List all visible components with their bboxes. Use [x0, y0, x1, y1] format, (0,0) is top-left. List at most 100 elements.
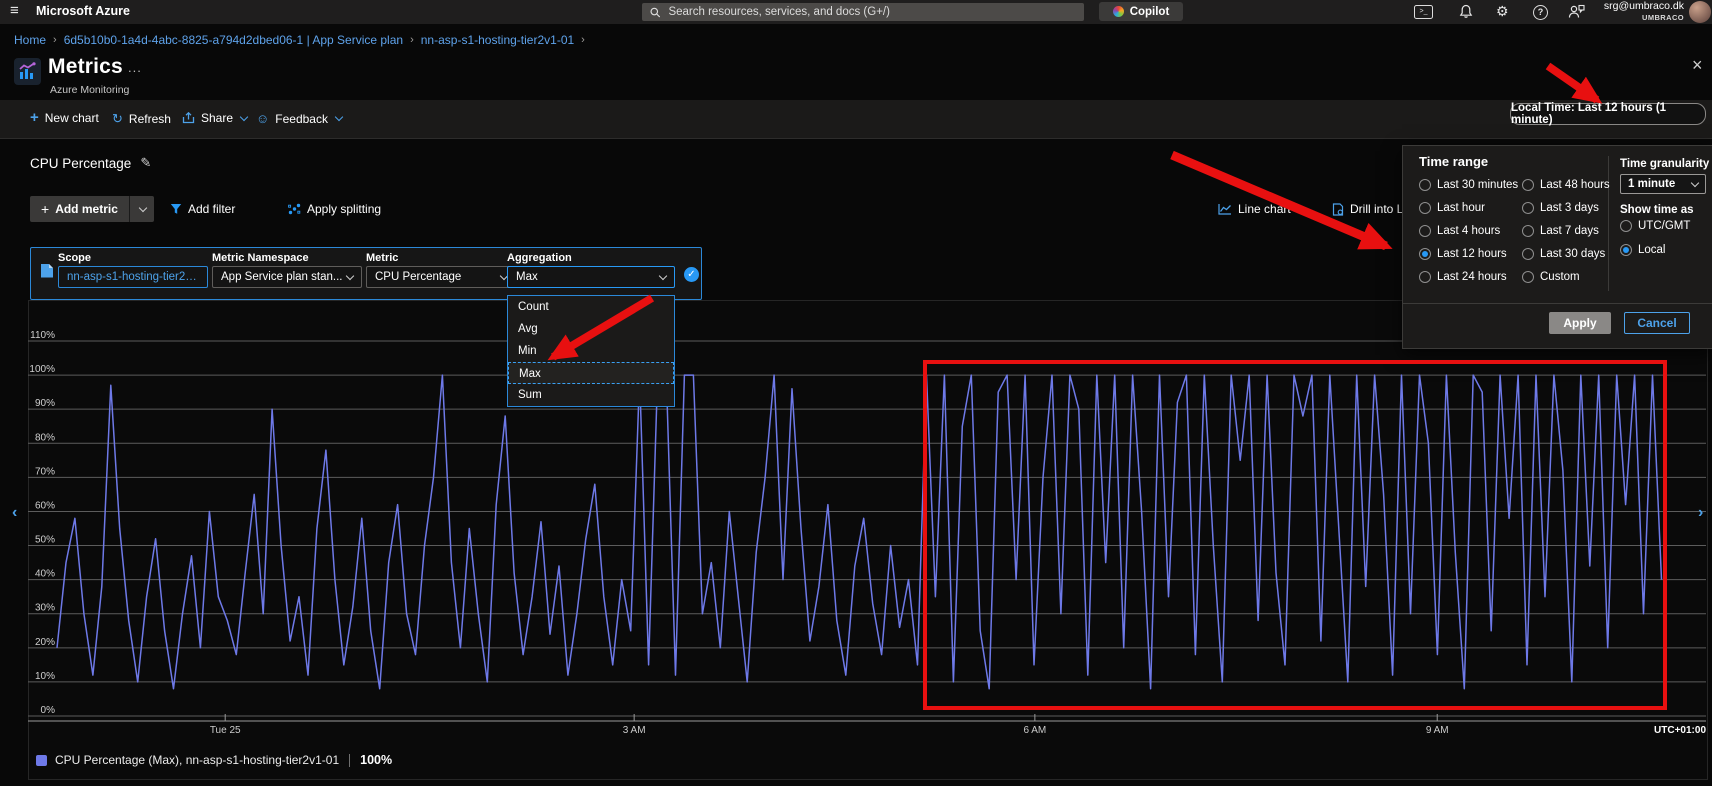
feedback-button[interactable]: ☺ Feedback — [256, 111, 342, 126]
avatar[interactable] — [1689, 1, 1711, 23]
notifications-bell-icon[interactable] — [1459, 4, 1473, 19]
svg-text:0%: 0% — [41, 705, 56, 716]
cloud-shell-icon[interactable]: >_ — [1414, 5, 1433, 19]
radio-icon — [1522, 248, 1534, 260]
svg-text:UTC+01:00: UTC+01:00 — [1654, 725, 1706, 736]
radio-icon — [1620, 244, 1632, 256]
copilot-button[interactable]: Copilot — [1099, 2, 1183, 21]
svg-text:110%: 110% — [30, 330, 55, 341]
hamburger-menu-icon[interactable]: ≡ — [10, 2, 19, 19]
annotation-arrow-time-pill — [1548, 66, 1597, 100]
clipboard-icon — [40, 262, 54, 279]
svg-text:Tue 25: Tue 25 — [210, 725, 241, 736]
time-option-last-3-days[interactable]: Last 3 days — [1522, 202, 1599, 214]
apply-button[interactable]: Apply — [1549, 312, 1611, 334]
legend-swatch — [36, 755, 47, 766]
copilot-icon — [1113, 6, 1124, 17]
chevron-down-icon — [346, 271, 354, 279]
time-option-last-4-hours[interactable]: Last 4 hours — [1419, 225, 1500, 237]
time-granularity-select[interactable]: 1 minute — [1620, 174, 1706, 194]
aggregation-option-min[interactable]: Min — [508, 340, 674, 362]
radio-icon — [1419, 248, 1431, 260]
svg-text:60%: 60% — [35, 500, 55, 511]
timezone-option-local[interactable]: Local — [1620, 244, 1666, 256]
metric-namespace-label: Metric Namespace — [212, 252, 309, 264]
chevron-down-icon — [659, 271, 667, 279]
add-metric-button[interactable]: + Add metric — [30, 196, 154, 222]
svg-text:20%: 20% — [35, 637, 55, 648]
radio-icon — [1522, 225, 1534, 237]
new-chart-button[interactable]: + New chart — [30, 111, 99, 125]
radio-icon — [1419, 202, 1431, 214]
svg-text:30%: 30% — [35, 603, 55, 614]
time-option-last-48-hours[interactable]: Last 48 hours — [1522, 179, 1610, 191]
time-option-last-30-minutes[interactable]: Last 30 minutes — [1419, 179, 1518, 191]
close-icon[interactable]: × — [1692, 56, 1703, 74]
svg-text:70%: 70% — [35, 466, 55, 477]
breadcrumb-separator: › — [581, 34, 585, 46]
radio-icon — [1522, 271, 1534, 283]
edit-pencil-icon[interactable]: ✎ — [140, 155, 151, 171]
metric-label: Metric — [366, 252, 398, 264]
aggregation-option-sum[interactable]: Sum — [508, 384, 674, 406]
chevron-down-icon — [1297, 203, 1305, 211]
aggregation-select[interactable]: Max — [507, 266, 675, 288]
aggregation-option-max[interactable]: Max — [508, 362, 674, 384]
top-bar: ≡ Microsoft Azure Copilot >_ ⚙ ? srg@um — [0, 0, 1712, 24]
breadcrumb-home[interactable]: Home — [14, 33, 46, 47]
legend-value: 100% — [360, 753, 392, 767]
refresh-button[interactable]: ↻ Refresh — [112, 111, 171, 127]
svg-text:100%: 100% — [29, 364, 55, 375]
apply-splitting-button[interactable]: Apply splitting — [288, 202, 381, 216]
svg-text:90%: 90% — [35, 398, 55, 409]
time-option-last-12-hours[interactable]: Last 12 hours — [1419, 248, 1507, 260]
account-info[interactable]: srg@umbraco.dk UMBRACO — [1586, 1, 1684, 23]
scope-value[interactable]: nn-asp-s1-hosting-tier2v1... — [58, 266, 208, 288]
timezone-option-utc-gmt[interactable]: UTC/GMT — [1620, 220, 1690, 232]
brand-title[interactable]: Microsoft Azure — [36, 4, 130, 18]
time-option-last-hour[interactable]: Last hour — [1419, 202, 1485, 214]
chart-scroll-left[interactable]: ‹ — [12, 504, 17, 522]
metric-select[interactable]: CPU Percentage — [366, 266, 516, 288]
share-button[interactable]: Share — [182, 111, 247, 125]
time-range-pill[interactable]: Local Time: Last 12 hours (1 minute) — [1510, 103, 1706, 125]
add-filter-button[interactable]: Add filter — [170, 202, 235, 216]
feedback-person-icon[interactable] — [1568, 4, 1585, 19]
chart-scroll-right[interactable]: › — [1698, 504, 1703, 522]
chevron-down-icon — [1691, 178, 1699, 186]
cancel-button[interactable]: Cancel — [1624, 312, 1690, 334]
chart-type-selector[interactable]: Line chart — [1218, 202, 1305, 216]
breadcrumb-app-service-plan[interactable]: 6d5b10b0-1a4d-4abc-8825-a794d2dbed06-1 |… — [64, 33, 403, 47]
time-option-last-7-days[interactable]: Last 7 days — [1522, 225, 1599, 237]
aggregation-option-count[interactable]: Count — [508, 296, 674, 318]
help-icon[interactable]: ? — [1533, 5, 1548, 20]
time-option-last-30-days[interactable]: Last 30 days — [1522, 248, 1605, 260]
page-subtitle: Azure Monitoring — [50, 84, 129, 96]
logs-doc-icon — [1332, 203, 1344, 216]
user-email: srg@umbraco.dk — [1586, 1, 1684, 12]
metric-namespace-select[interactable]: App Service plan stan... — [212, 266, 362, 288]
refresh-icon: ↻ — [112, 111, 123, 127]
breadcrumb-resource[interactable]: nn-asp-s1-hosting-tier2v1-01 — [421, 33, 574, 47]
chart-legend-item[interactable]: CPU Percentage (Max), nn-asp-s1-hosting-… — [36, 753, 392, 767]
share-icon — [182, 112, 195, 124]
search-input[interactable] — [666, 5, 1076, 19]
page-more-menu[interactable]: ... — [128, 60, 142, 75]
add-metric-dropdown-button[interactable] — [130, 196, 154, 222]
cpu-percentage-chart[interactable]: 0%10%20%30%40%50%60%70%80%90%100%110%Tue… — [28, 330, 1710, 742]
metric-valid-check-icon: ✓ — [684, 267, 699, 282]
legend-label: CPU Percentage (Max), nn-asp-s1-hosting-… — [55, 753, 339, 767]
line-chart-icon — [1218, 203, 1232, 215]
time-option-custom[interactable]: Custom — [1522, 271, 1580, 283]
radio-icon — [1419, 179, 1431, 191]
aggregation-option-avg[interactable]: Avg — [508, 318, 674, 340]
svg-text:80%: 80% — [35, 432, 55, 443]
chart-title: CPU Percentage — [30, 156, 131, 171]
settings-gear-icon[interactable]: ⚙ — [1496, 3, 1509, 20]
radio-icon — [1620, 220, 1632, 232]
time-option-last-24-hours[interactable]: Last 24 hours — [1419, 271, 1507, 283]
metrics-page-icon — [14, 58, 41, 85]
global-search[interactable] — [642, 3, 1084, 21]
show-time-as-label: Show time as — [1620, 204, 1694, 216]
splitting-icon — [288, 203, 301, 215]
